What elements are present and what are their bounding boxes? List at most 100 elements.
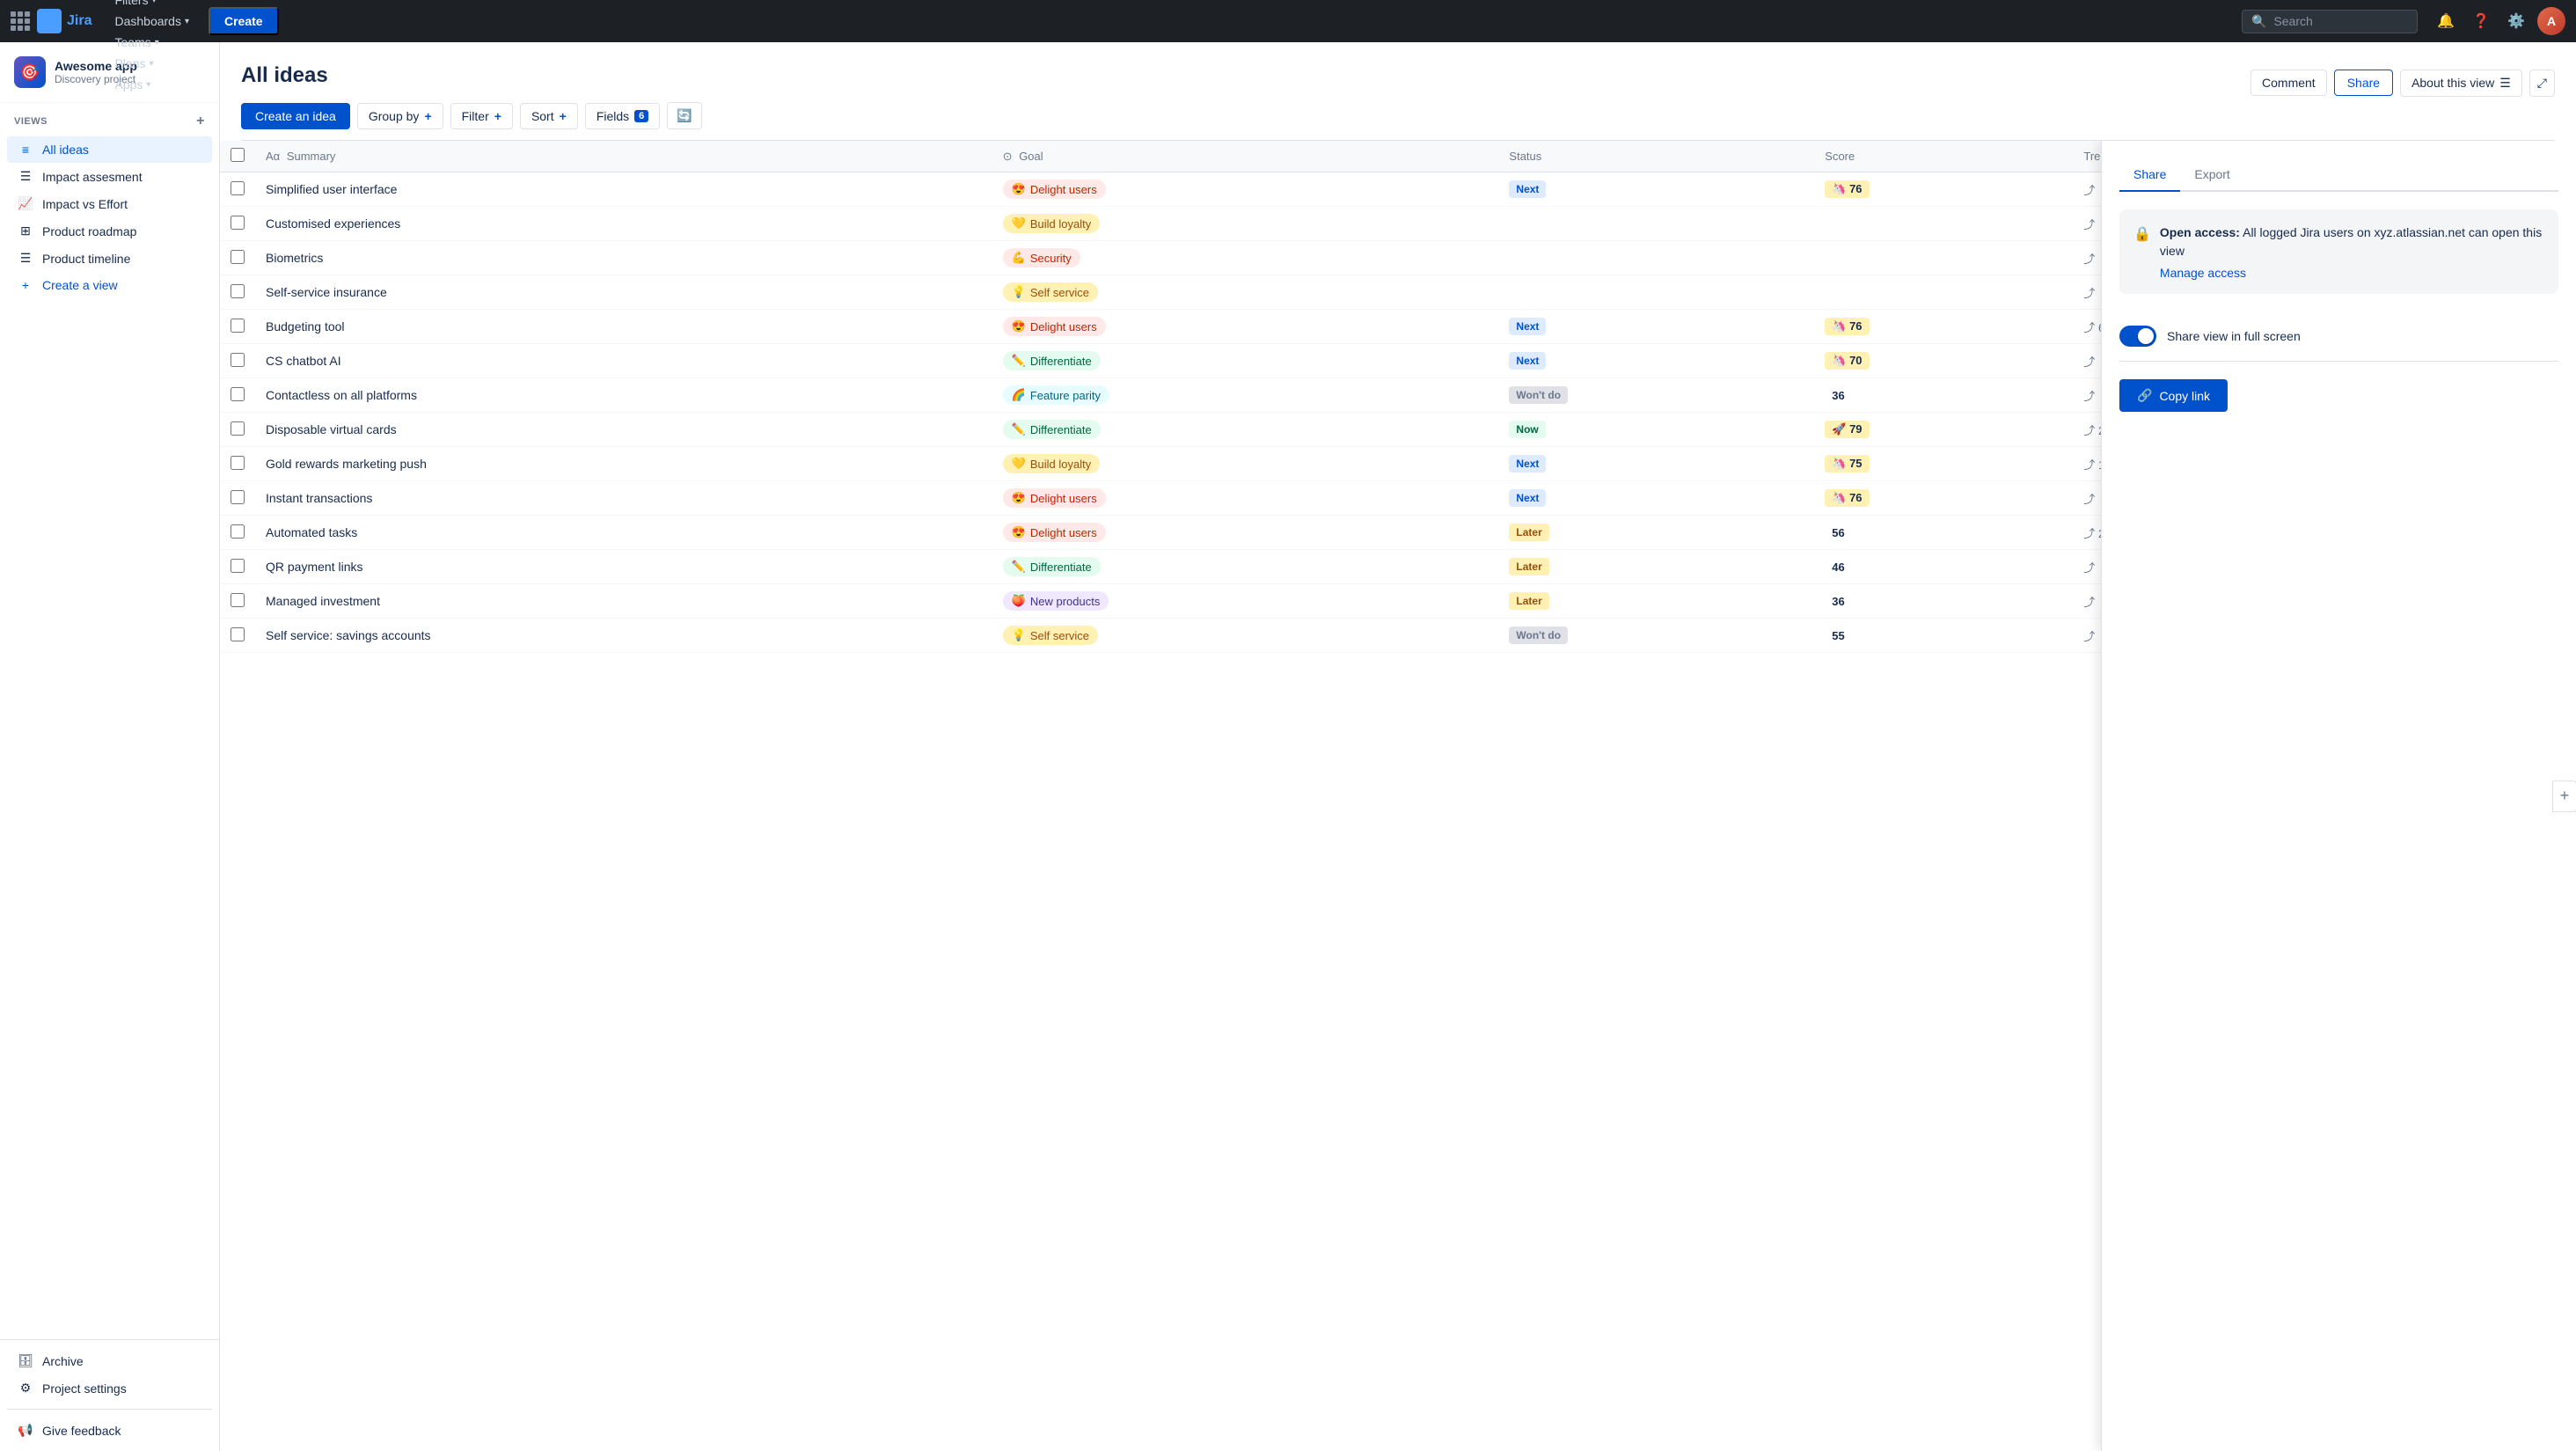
goal-tag[interactable]: 🍑 New products [1003, 591, 1109, 611]
row-checkbox[interactable] [231, 524, 245, 539]
expand-button[interactable]: ⤢ [2529, 70, 2555, 97]
row-checkbox[interactable] [231, 456, 245, 470]
summary-cell[interactable]: Disposable virtual cards [255, 413, 992, 447]
copy-link-button[interactable]: 🔗 Copy link [2119, 379, 2228, 412]
sidebar-item-give-feedback[interactable]: 📢 Give feedback [7, 1417, 212, 1444]
sidebar-item-product-timeline[interactable]: ☰ Product timeline [7, 245, 212, 272]
summary-cell[interactable]: QR payment links [255, 550, 992, 584]
sort-button[interactable]: Sort + [520, 103, 578, 129]
notifications-button[interactable]: 🔔 [2432, 7, 2460, 35]
row-checkbox[interactable] [231, 284, 245, 298]
summary-cell[interactable]: Budgeting tool [255, 310, 992, 344]
sidebar-item-label: Create a view [42, 278, 118, 292]
tab-export[interactable]: Export [2180, 158, 2243, 192]
sidebar-item-impact-assessment[interactable]: ☰ Impact assesment [7, 163, 212, 190]
goal-emoji: 💪 [1012, 251, 1026, 265]
row-checkbox[interactable] [231, 353, 245, 367]
jira-logo[interactable]: Jira [37, 9, 91, 33]
fullscreen-toggle[interactable]: ✕ [2119, 326, 2156, 347]
goal-tag[interactable]: 💪 Security [1003, 248, 1080, 267]
nav-chevron-apps: ▾ [146, 80, 150, 90]
all-ideas-icon: ≡ [18, 143, 33, 157]
goal-tag[interactable]: 💡 Self service [1003, 282, 1098, 302]
summary-cell[interactable]: Instant transactions [255, 481, 992, 516]
row-checkbox[interactable] [231, 387, 245, 401]
goal-emoji: ✏️ [1012, 560, 1026, 574]
summary-cell[interactable]: Managed investment [255, 584, 992, 619]
row-checkbox-cell [220, 172, 255, 207]
nav-item-filters[interactable]: Filters▾ [106, 0, 198, 11]
summary-cell[interactable]: Self service: savings accounts [255, 619, 992, 653]
goal-tag[interactable]: ✏️ Differentiate [1003, 351, 1101, 370]
goal-cell: 🌈 Feature parity [992, 378, 1499, 413]
nav-chevron-plans: ▾ [150, 59, 154, 69]
row-checkbox[interactable] [231, 250, 245, 264]
app-grid-button[interactable] [11, 11, 30, 31]
group-by-button[interactable]: Group by + [357, 103, 443, 129]
goal-tag[interactable]: 💛 Build loyalty [1003, 214, 1101, 233]
panel-plus-button[interactable]: + [2552, 780, 2576, 812]
manage-access-link[interactable]: Manage access [2160, 266, 2544, 280]
nav-item-apps[interactable]: Apps▾ [106, 74, 198, 95]
row-checkbox[interactable] [231, 421, 245, 436]
create-idea-button[interactable]: Create an idea [241, 103, 350, 129]
summary-cell[interactable]: CS chatbot AI [255, 344, 992, 378]
user-avatar[interactable]: A [2537, 7, 2565, 35]
access-text-block: Open access: All logged Jira users on xy… [2160, 224, 2544, 280]
goal-tag[interactable]: 😍 Delight users [1003, 488, 1106, 508]
sidebar-item-all-ideas[interactable]: ≡ All ideas [7, 136, 212, 163]
search-box[interactable]: 🔍 Search [2242, 10, 2418, 33]
sidebar-item-impact-vs-effort[interactable]: 📈 Impact vs Effort [7, 190, 212, 217]
row-checkbox[interactable] [231, 559, 245, 573]
row-checkbox[interactable] [231, 216, 245, 230]
create-button[interactable]: Create [209, 7, 279, 35]
nav-item-dashboards[interactable]: Dashboards▾ [106, 11, 198, 32]
add-view-button[interactable]: + [196, 114, 205, 129]
tab-share[interactable]: Share [2119, 158, 2180, 192]
summary-cell[interactable]: Gold rewards marketing push [255, 447, 992, 481]
goal-tag[interactable]: ✏️ Differentiate [1003, 420, 1101, 439]
goal-emoji: ✏️ [1012, 354, 1026, 368]
sidebar-item-create-view[interactable]: + Create a view [7, 272, 212, 298]
goal-tag[interactable]: 🌈 Feature parity [1003, 385, 1109, 405]
jira-wordmark: Jira [67, 13, 91, 29]
fields-button[interactable]: Fields 6 [585, 103, 660, 129]
sidebar-item-project-settings[interactable]: ⚙ Project settings [7, 1374, 212, 1402]
goal-icon: ⊙ [1003, 150, 1013, 163]
about-view-button[interactable]: About this view ☰ [2400, 70, 2522, 97]
summary-cell[interactable]: Automated tasks [255, 516, 992, 550]
status-cell: Next [1498, 172, 1814, 207]
goal-text: Build loyalty [1030, 458, 1091, 471]
goal-tag[interactable]: 💡 Self service [1003, 626, 1098, 645]
summary-cell[interactable]: Customised experiences [255, 207, 992, 241]
goal-tag[interactable]: 😍 Delight users [1003, 523, 1106, 542]
sidebar-item-product-roadmap[interactable]: ⊞ Product roadmap [7, 217, 212, 245]
sidebar-item-archive[interactable]: 🗄 Archive [7, 1347, 212, 1374]
summary-cell[interactable]: Simplified user interface [255, 172, 992, 207]
row-checkbox[interactable] [231, 490, 245, 504]
settings-button[interactable]: ⚙️ [2502, 7, 2530, 35]
nav-item-plans[interactable]: Plans▾ [106, 53, 198, 74]
row-checkbox[interactable] [231, 319, 245, 333]
goal-tag[interactable]: 💛 Build loyalty [1003, 454, 1101, 473]
comment-button[interactable]: Comment [2250, 70, 2327, 96]
filter-button[interactable]: Filter + [450, 103, 513, 129]
row-checkbox[interactable] [231, 627, 245, 641]
status-cell: Next [1498, 344, 1814, 378]
summary-cell[interactable]: Contactless on all platforms [255, 378, 992, 413]
row-checkbox[interactable] [231, 181, 245, 195]
nav-item-teams[interactable]: Teams▾ [106, 32, 198, 53]
header-status: Status [1498, 141, 1814, 172]
summary-cell[interactable]: Self-service insurance [255, 275, 992, 310]
status-badge: Next [1509, 318, 1546, 335]
refresh-button[interactable]: 🔄 [667, 102, 701, 129]
goal-tag[interactable]: 😍 Delight users [1003, 180, 1106, 199]
goal-tag[interactable]: ✏️ Differentiate [1003, 557, 1101, 576]
select-all-checkbox[interactable] [231, 148, 245, 162]
summary-cell[interactable]: Biometrics [255, 241, 992, 275]
help-button[interactable]: ❓ [2467, 7, 2495, 35]
share-button[interactable]: Share [2334, 70, 2393, 96]
goal-tag[interactable]: 😍 Delight users [1003, 317, 1106, 336]
status-cell: Later [1498, 584, 1814, 619]
row-checkbox[interactable] [231, 593, 245, 607]
